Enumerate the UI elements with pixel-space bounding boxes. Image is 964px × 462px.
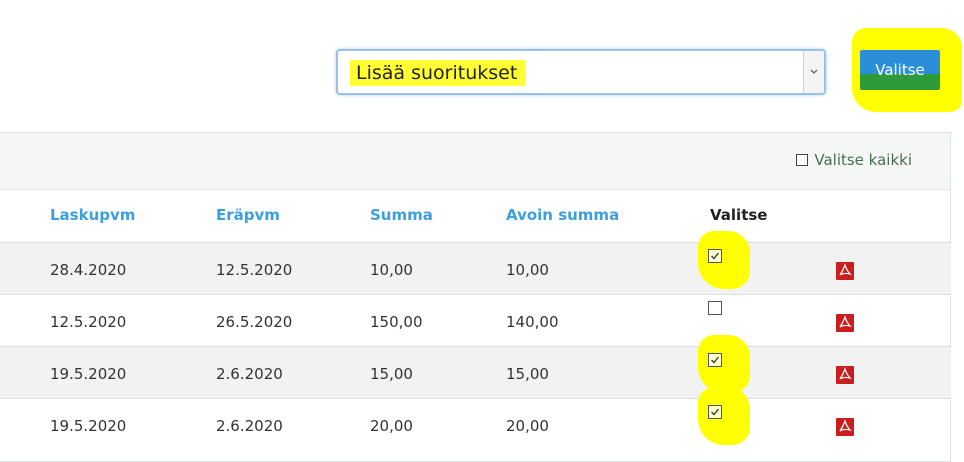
select-all-label: Valitse kaikki: [814, 151, 912, 169]
pdf-icon[interactable]: [836, 314, 854, 332]
checkbox-checked-icon[interactable]: [708, 353, 722, 367]
select-all-checkbox[interactable]: Valitse kaikki: [796, 151, 912, 169]
column-header-avoin-summa[interactable]: Avoin summa: [506, 206, 619, 224]
table-row: 19.5.2020 2.6.2020 15,00 15,00: [0, 335, 951, 398]
cell-avoin-summa: 20,00: [506, 417, 549, 435]
column-header-erapvm[interactable]: Eräpvm: [216, 206, 280, 224]
cell-avoin-summa: 10,00: [506, 261, 549, 279]
highlight-mark: [698, 335, 750, 393]
cell-summa: 10,00: [370, 261, 413, 279]
chevron-down-icon[interactable]: [803, 51, 824, 93]
highlight-mark: [698, 387, 750, 445]
checkbox-checked-icon[interactable]: [708, 249, 722, 263]
cell-laskupvm: 28.4.2020: [50, 261, 127, 279]
cell-erapvm: 2.6.2020: [216, 417, 283, 435]
cell-laskupvm: 19.5.2020: [50, 365, 127, 383]
row-select[interactable]: [698, 387, 750, 449]
highlight-mark: [698, 231, 750, 289]
cell-summa: 15,00: [370, 365, 413, 383]
cell-summa: 150,00: [370, 313, 423, 331]
pdf-icon[interactable]: [836, 366, 854, 384]
pdf-icon[interactable]: [836, 262, 854, 280]
column-header-valitse: Valitse: [710, 206, 768, 224]
action-select[interactable]: Lisää suoritukset: [336, 49, 826, 95]
cell-laskupvm: 19.5.2020: [50, 417, 127, 435]
action-select-value: Lisää suoritukset: [350, 60, 526, 86]
cell-erapvm: 2.6.2020: [216, 365, 283, 383]
column-header-laskupvm[interactable]: Laskupvm: [50, 206, 135, 224]
panel-header: Valitse kaikki: [0, 133, 950, 190]
cell-laskupvm: 12.5.2020: [50, 313, 127, 331]
cell-avoin-summa: 15,00: [506, 365, 549, 383]
table-row: 28.4.2020 12.5.2020 10,00 10,00: [0, 231, 951, 294]
table-row: 12.5.2020 26.5.2020 150,00 140,00: [0, 294, 951, 346]
checkbox-icon[interactable]: [796, 154, 809, 166]
cell-avoin-summa: 140,00: [506, 313, 559, 331]
cell-erapvm: 26.5.2020: [216, 313, 293, 331]
checkbox-icon[interactable]: [708, 301, 722, 315]
column-header-summa[interactable]: Summa: [370, 206, 433, 224]
cell-erapvm: 12.5.2020: [216, 261, 293, 279]
cell-summa: 20,00: [370, 417, 413, 435]
table-row: 19.5.2020 2.6.2020 20,00 20,00: [0, 387, 951, 450]
submit-button[interactable]: Valitse: [860, 50, 940, 90]
pdf-icon[interactable]: [836, 418, 854, 436]
checkbox-checked-icon[interactable]: [708, 405, 722, 419]
